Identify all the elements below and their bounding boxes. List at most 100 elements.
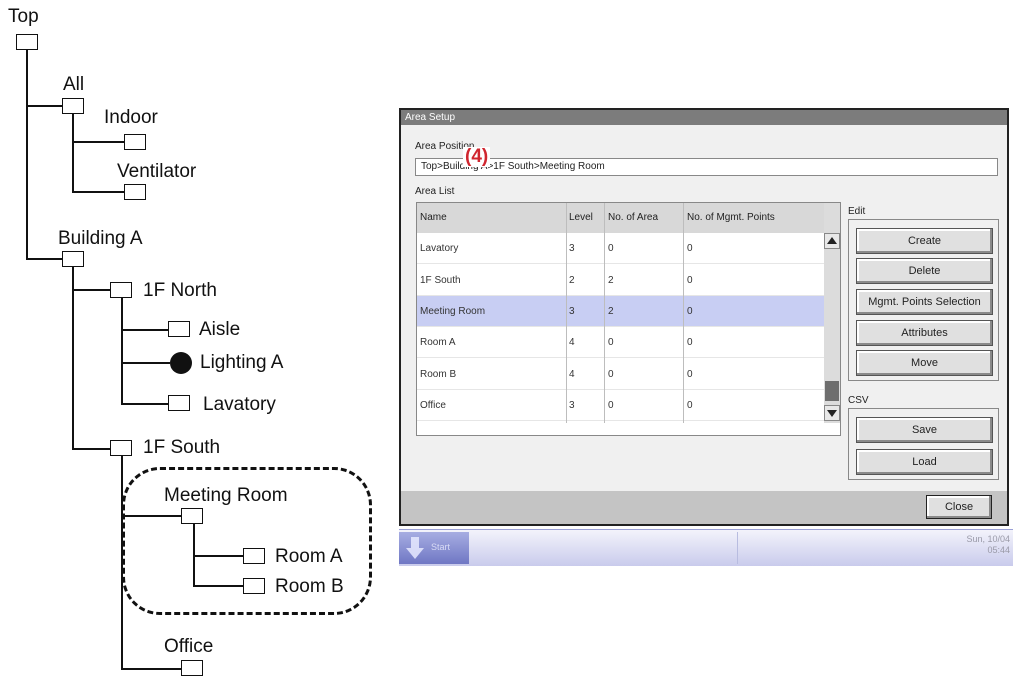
vertical-scrollbar[interactable] bbox=[824, 203, 840, 423]
table-row[interactable]: Office 3 0 0 bbox=[417, 390, 824, 421]
column-header-no-of-area[interactable]: No. of Area bbox=[608, 212, 658, 223]
taskbar: Start Sun, 10/04 05:44 bbox=[399, 529, 1013, 566]
cell-level: 4 bbox=[569, 337, 575, 348]
window-title: Area Setup bbox=[401, 110, 1007, 125]
tree-label-meeting-room: Meeting Room bbox=[164, 485, 288, 506]
tree-node-1f-north bbox=[110, 282, 132, 298]
cell-areas: 0 bbox=[608, 400, 614, 411]
cell-name: Office bbox=[420, 400, 446, 411]
column-header-no-of-mgmt-points[interactable]: No. of Mgmt. Points bbox=[687, 212, 775, 223]
move-button[interactable]: Move bbox=[856, 350, 993, 376]
tree-line bbox=[121, 668, 181, 670]
tree-label-room-a: Room A bbox=[275, 546, 343, 567]
tree-line bbox=[121, 329, 168, 331]
table-row[interactable]: Room B 4 0 0 bbox=[417, 359, 824, 390]
cell-areas: 0 bbox=[608, 243, 614, 254]
window-footer bbox=[401, 491, 1007, 524]
column-divider bbox=[566, 203, 567, 423]
tree-line bbox=[26, 258, 62, 260]
delete-button[interactable]: Delete bbox=[856, 258, 993, 284]
attributes-button[interactable]: Attributes bbox=[856, 320, 993, 346]
tree-node-aisle bbox=[168, 321, 190, 337]
csv-group-label: CSV bbox=[848, 395, 869, 406]
column-header-name[interactable]: Name bbox=[420, 212, 447, 223]
csv-save-button[interactable]: Save bbox=[856, 417, 993, 443]
tree-node-room-b bbox=[243, 578, 265, 594]
scroll-up-button[interactable] bbox=[824, 233, 840, 249]
tree-line bbox=[121, 298, 123, 404]
table-row[interactable]: Room A 4 0 0 bbox=[417, 327, 824, 358]
table-row-selected[interactable]: Meeting Room 3 2 0 bbox=[417, 296, 824, 327]
tree-node-1f-south bbox=[110, 440, 132, 456]
table-header: Name Level No. of Area No. of Mgmt. Poin… bbox=[417, 203, 824, 233]
mgmt-points-selection-button[interactable]: Mgmt. Points Selection bbox=[856, 289, 993, 315]
cell-level: 2 bbox=[569, 275, 575, 286]
cell-name: Lavatory bbox=[420, 243, 459, 254]
tree-label-lavatory: Lavatory bbox=[203, 394, 276, 415]
tree-line bbox=[72, 289, 110, 291]
cell-level: 3 bbox=[569, 306, 575, 317]
cell-areas: 2 bbox=[608, 275, 614, 286]
tree-label-office: Office bbox=[164, 636, 214, 657]
taskbar-divider bbox=[737, 532, 738, 564]
tree-label-ventilator: Ventilator bbox=[117, 161, 197, 182]
table-row[interactable]: 1F South 2 2 0 bbox=[417, 265, 824, 296]
column-divider bbox=[604, 203, 605, 423]
cell-points: 0 bbox=[687, 306, 693, 317]
step-callout-label: (4) bbox=[463, 146, 491, 167]
cell-name: Room A bbox=[420, 337, 456, 348]
area-list-table: Name Level No. of Area No. of Mgmt. Poin… bbox=[416, 202, 841, 436]
tree-line bbox=[72, 114, 74, 192]
cell-areas: 2 bbox=[608, 306, 614, 317]
start-button[interactable]: Start bbox=[399, 532, 469, 564]
tree-label-aisle: Aisle bbox=[199, 319, 241, 340]
tree-label-1f-north: 1F North bbox=[143, 280, 217, 301]
cell-level: 3 bbox=[569, 243, 575, 254]
tree-node-lavatory bbox=[168, 395, 190, 411]
tree-label-room-b: Room B bbox=[275, 576, 344, 597]
tree-label-1f-south: 1F South bbox=[143, 437, 221, 458]
tree-node-building-a bbox=[62, 251, 84, 267]
tree-line bbox=[72, 141, 124, 143]
scroll-down-button[interactable] bbox=[824, 405, 840, 421]
tree-node-office bbox=[181, 660, 203, 676]
clock-display: Sun, 10/04 05:44 bbox=[966, 534, 1010, 556]
area-setup-window: Area Setup Area Position Top>Building A>… bbox=[399, 108, 1009, 526]
tree-line bbox=[26, 105, 62, 107]
cell-name: Meeting Room bbox=[420, 306, 486, 317]
table-row[interactable]: Lavatory 3 0 0 bbox=[417, 233, 824, 264]
close-button[interactable]: Close bbox=[926, 495, 992, 519]
lighting-point-icon bbox=[170, 352, 192, 374]
tree-node-indoor bbox=[124, 134, 146, 150]
clock-date: Sun, 10/04 bbox=[966, 534, 1010, 544]
clock-time: 05:44 bbox=[987, 545, 1010, 555]
tree-label-indoor: Indoor bbox=[104, 107, 158, 128]
scroll-thumb[interactable] bbox=[825, 381, 839, 401]
create-button[interactable]: Create bbox=[856, 228, 993, 254]
tree-line bbox=[121, 362, 170, 364]
triangle-down-icon bbox=[827, 410, 837, 417]
tree-node-ventilator bbox=[124, 184, 146, 200]
cell-points: 0 bbox=[687, 243, 693, 254]
cell-areas: 0 bbox=[608, 337, 614, 348]
cell-points: 0 bbox=[687, 369, 693, 380]
cell-areas: 0 bbox=[608, 369, 614, 380]
start-label: Start bbox=[431, 542, 451, 552]
cell-points: 0 bbox=[687, 275, 693, 286]
cell-name: 1F South bbox=[420, 275, 461, 286]
csv-load-button[interactable]: Load bbox=[856, 449, 993, 475]
area-list-label: Area List bbox=[415, 186, 455, 197]
tree-line bbox=[193, 585, 243, 587]
column-divider bbox=[683, 203, 684, 423]
area-tree-diagram: Top All Indoor Ventilator Building A 1F … bbox=[0, 0, 400, 681]
tree-label-all: All bbox=[63, 74, 85, 95]
edit-group-label: Edit bbox=[848, 206, 866, 217]
tree-node-all bbox=[62, 98, 84, 114]
tree-node-meeting-room bbox=[181, 508, 203, 524]
tree-node-top bbox=[16, 34, 38, 50]
column-header-level[interactable]: Level bbox=[569, 212, 593, 223]
area-position-field: Top>Building A>1F South>Meeting Room bbox=[415, 158, 998, 176]
tree-line bbox=[72, 267, 74, 449]
cell-name: Room B bbox=[420, 369, 457, 380]
tree-line bbox=[26, 50, 28, 258]
